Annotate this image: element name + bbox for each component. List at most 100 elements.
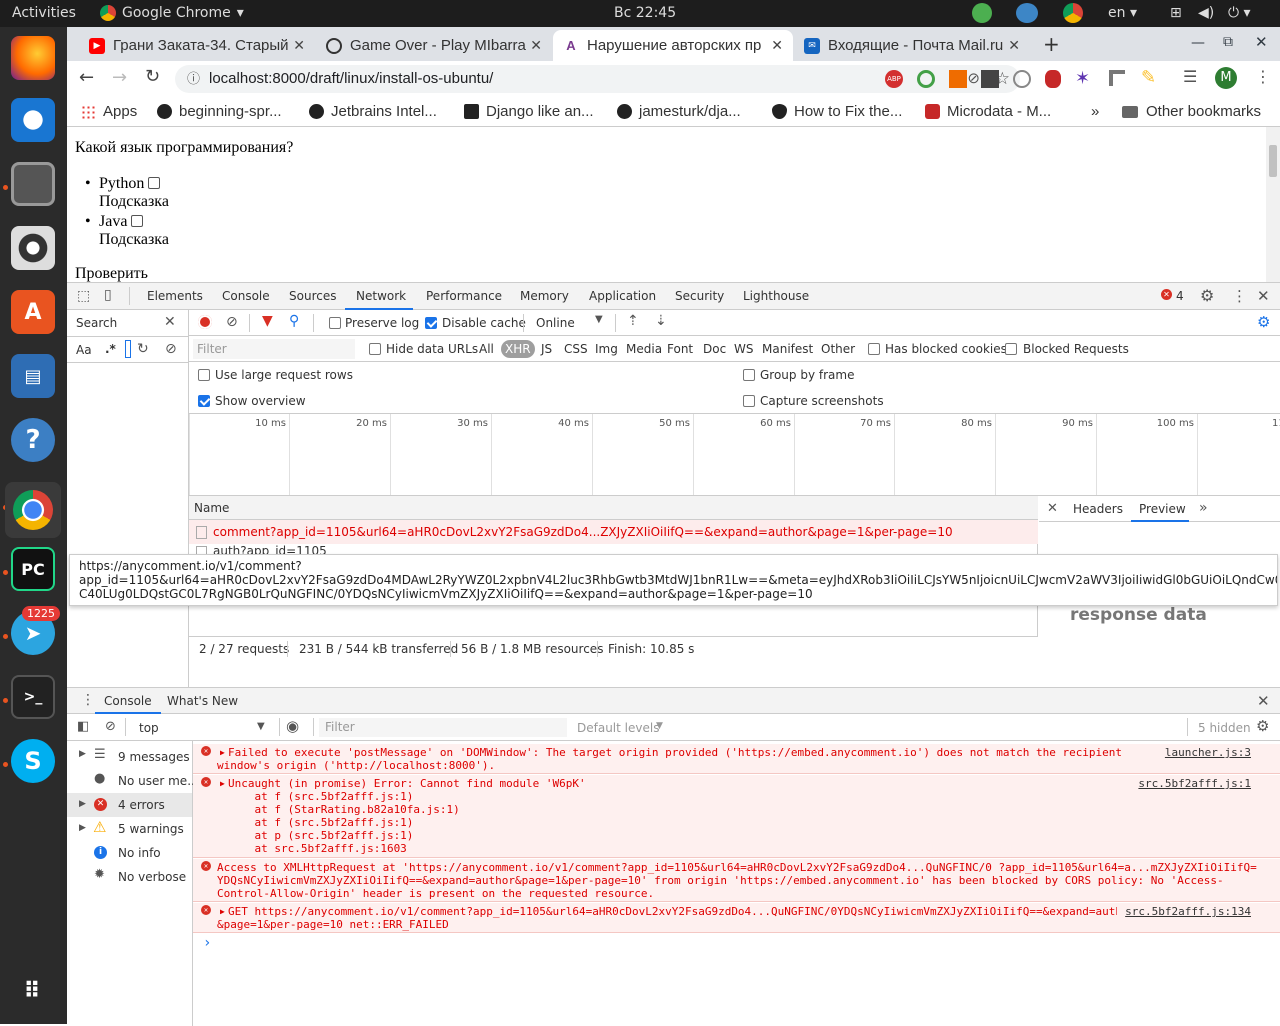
close-drawer-icon[interactable]: ✕ — [1257, 692, 1270, 710]
bookmark-item[interactable]: Django like an... — [464, 103, 594, 120]
match-case-toggle[interactable]: Aa — [76, 343, 92, 357]
sidebar-item-warnings[interactable]: ▶ ⚠ 5 warnings — [67, 817, 192, 841]
tab-preview[interactable]: Preview — [1139, 502, 1186, 516]
more-tabs-icon[interactable]: » — [1199, 500, 1208, 516]
settings-icon[interactable]: ⚙ — [1200, 286, 1214, 305]
bookmark-item[interactable]: beginning-spr... — [157, 103, 282, 120]
console-prompt[interactable]: › — [203, 936, 211, 950]
volume-icon[interactable]: ◀) — [1198, 5, 1214, 21]
type-css[interactable]: CSS — [564, 342, 588, 356]
pycharm-icon[interactable]: PC — [11, 547, 55, 591]
app-menu[interactable]: Google Chrome ▾ — [100, 5, 244, 21]
type-all[interactable]: All — [479, 342, 494, 356]
tab-elements[interactable]: Elements — [147, 289, 203, 303]
source-link[interactable]: src.5bf2afff.js:1 — [1138, 777, 1251, 790]
refresh-icon[interactable]: ↻ — [137, 341, 149, 357]
close-detail-icon[interactable]: ✕ — [1047, 501, 1058, 516]
clear-console-icon[interactable]: ⊘ — [105, 719, 116, 734]
caret-down-icon[interactable]: ▼ — [656, 721, 663, 731]
console-settings-icon[interactable]: ⚙ — [1256, 717, 1269, 735]
chevron-right-icon[interactable]: ▶ — [79, 799, 86, 809]
table-row[interactable]: auth?app_id=1105 — [189, 544, 1038, 554]
bookmark-apps[interactable]: Apps — [81, 103, 137, 120]
large-rows-checkbox[interactable] — [198, 369, 210, 381]
software-icon[interactable]: A — [11, 290, 55, 334]
clock[interactable]: Вс 22:45 — [614, 5, 676, 21]
console-message[interactable]: ✕ ▶ GET https://anycomment.io/v1/comment… — [193, 903, 1280, 933]
record-button[interactable] — [198, 315, 212, 329]
tab-performance[interactable]: Performance — [426, 289, 502, 303]
sidebar-item-messages[interactable]: ▶ ☰ 9 messages — [67, 745, 192, 769]
thunderbird-icon[interactable] — [11, 98, 55, 142]
sidebar-item-verbose[interactable]: ✹ No verbose — [67, 865, 192, 889]
tab-security[interactable]: Security — [675, 289, 724, 303]
type-manifest[interactable]: Manifest — [762, 342, 813, 356]
java-checkbox[interactable] — [131, 215, 144, 227]
type-ws[interactable]: WS — [734, 342, 753, 356]
back-button[interactable]: ← — [79, 67, 94, 88]
clear-icon[interactable]: ⊘ — [165, 341, 177, 357]
tab-console[interactable]: Console — [222, 289, 270, 303]
reload-button[interactable]: ↻ — [145, 66, 160, 87]
close-window-button[interactable]: ✕ — [1255, 33, 1268, 51]
search-input[interactable] — [125, 340, 131, 358]
firefox-icon[interactable] — [11, 36, 55, 80]
tab-1[interactable]: ▶ Грани Заката-34. Старый ✕ — [79, 30, 315, 61]
activities-button[interactable]: Activities — [12, 5, 76, 21]
network-overview[interactable]: 10 ms 20 ms 30 ms 40 ms 50 ms 60 ms 70 ms 80 ms… — [189, 414, 1280, 496]
console-message[interactable]: ✕ ▶ Uncaught (in promise) Error: Cannot … — [193, 775, 1280, 858]
drawer-tab-whats-new[interactable]: What's New — [167, 694, 238, 708]
sidebar-item-errors[interactable]: ▶ ✕ 4 errors — [67, 793, 192, 817]
media-icon[interactable]: ☰ — [1183, 67, 1197, 86]
close-icon[interactable]: ✕ — [1008, 37, 1020, 54]
chrome-tray-icon[interactable] — [1063, 3, 1083, 23]
extension-chart-icon[interactable] — [949, 70, 967, 88]
hide-data-urls-checkbox[interactable] — [369, 343, 381, 355]
disable-cache-checkbox[interactable] — [425, 317, 437, 329]
type-js[interactable]: JS — [541, 342, 552, 356]
expand-triangle-icon[interactable]: ▶ — [220, 777, 225, 790]
source-link[interactable]: launcher.js:3 — [1165, 746, 1251, 759]
more-icon[interactable]: ⋮ — [1232, 287, 1247, 305]
check-icon[interactable] — [972, 3, 992, 23]
sidebar-item-user[interactable]: ● No user me... — [67, 769, 199, 793]
filter-icon[interactable]: ▼ — [262, 313, 273, 329]
preserve-log-checkbox[interactable] — [329, 317, 341, 329]
tab-network[interactable]: Network — [356, 289, 406, 303]
adblock-icon[interactable]: ABP — [885, 70, 903, 88]
bookmark-item[interactable]: How to Fix the... — [772, 103, 902, 120]
capture-screenshots-checkbox[interactable] — [743, 395, 755, 407]
type-media[interactable]: Media — [626, 342, 662, 356]
caret-down-icon[interactable]: ▼ — [595, 314, 603, 325]
new-tab-button[interactable]: + — [1043, 32, 1060, 56]
profile-avatar[interactable]: M — [1215, 67, 1237, 89]
terminal-icon[interactable]: >_ — [11, 675, 55, 719]
bookmark-item[interactable]: jamesturk/dja... — [617, 103, 741, 120]
sidebar-item-info[interactable]: i No info — [67, 841, 192, 865]
language-indicator[interactable]: en ▾ — [1108, 5, 1137, 21]
power-icon[interactable]: ⏻ ▾ — [1228, 5, 1251, 21]
filter-input[interactable]: Filter — [193, 339, 355, 359]
bookmarks-overflow[interactable]: » — [1091, 103, 1099, 120]
extension-camera-icon[interactable] — [981, 70, 999, 88]
source-link[interactable]: src.5bf2afff.js:134 — [1125, 905, 1251, 918]
throttle-select[interactable]: Online — [536, 316, 575, 330]
sidebar-toggle-icon[interactable]: ◧ — [77, 719, 89, 734]
search-icon[interactable]: ⚲ — [289, 313, 299, 329]
tab-lighthouse[interactable]: Lighthouse — [743, 289, 809, 303]
chevron-right-icon[interactable]: ▶ — [79, 749, 86, 759]
log-levels-select[interactable]: Default levels — [577, 721, 659, 735]
close-icon[interactable]: ✕ — [293, 37, 305, 54]
scrollbar-thumb[interactable] — [1269, 145, 1277, 177]
skype-icon[interactable]: S — [11, 739, 55, 783]
forward-button[interactable]: → — [112, 67, 127, 88]
extension-green-icon[interactable] — [917, 70, 935, 88]
tab-memory[interactable]: Memory — [520, 289, 569, 303]
network-icon[interactable]: ⊞ — [1170, 5, 1182, 21]
import-har-icon[interactable]: ⇡ — [627, 313, 639, 329]
page-scrollbar[interactable] — [1266, 127, 1280, 282]
blocked-requests-checkbox[interactable] — [1005, 343, 1017, 355]
inspect-icon[interactable]: ⬚ — [77, 288, 90, 304]
files-icon[interactable] — [11, 162, 55, 206]
export-har-icon[interactable]: ⇣ — [655, 313, 667, 329]
